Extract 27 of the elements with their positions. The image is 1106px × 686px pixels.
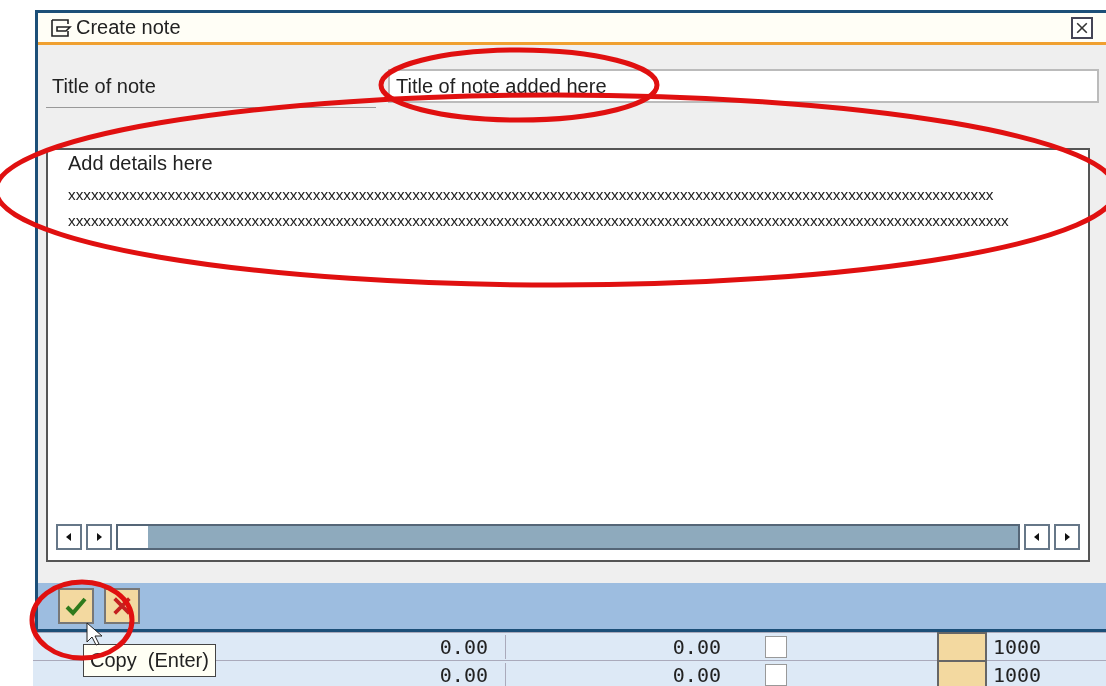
editor-text-line: Add details here — [68, 152, 214, 177]
table-cell: 1000 — [993, 634, 1042, 659]
right-arrow-icon — [1062, 532, 1072, 543]
mouse-cursor-icon — [86, 622, 102, 646]
right-arrow-icon — [94, 532, 104, 543]
checkbox[interactable] — [765, 663, 787, 686]
scroll-left-button[interactable] — [56, 524, 82, 551]
editor-text-line: xxxxxxxxxxxxxxxxxxxxxxxxxxxxxxxxxxxxxxxxxxxxxxxxxxxxxxxxxxxxxxxxxxxxxxxxxxxxxxxxxxxxxxxxxxxxxxxxxxxxxxxxxxxxxxxxxxxxxxxxx — [68, 185, 995, 206]
close-icon — [1076, 21, 1088, 34]
left-arrow-icon — [1032, 532, 1042, 543]
window-title: Create note — [76, 16, 181, 40]
horizontal-scrollbar[interactable] — [116, 524, 1020, 551]
confirm-button[interactable] — [58, 588, 94, 625]
left-arrow-icon — [64, 532, 74, 543]
note-icon — [50, 17, 72, 38]
table-cell-text: 0.00 — [671, 662, 721, 686]
checkbox[interactable] — [765, 635, 787, 658]
close-button[interactable] — [1071, 16, 1093, 39]
field-label: Title of note — [51, 74, 157, 98]
scroll-left-button[interactable] — [1024, 524, 1050, 551]
scroll-right-button[interactable] — [86, 524, 112, 551]
text-editor[interactable] — [46, 148, 1090, 563]
scroll-right-button[interactable] — [1054, 524, 1080, 551]
table-cell-text: 0.00 — [671, 634, 721, 659]
title-input-field[interactable]: Title of note added here — [388, 69, 1099, 104]
table-cell: 1000 — [993, 662, 1042, 686]
editor-text-line: xxxxxxxxxxxxxxxxxxxxxxxxxxxxxxxxxxxxxxxxxxxxxxxxxxxxxxxxxxxxxxxxxxxxxxxxxxxxxxxxxxxxxxxxxxxxxxxxxxxxxxxxxxxxxxxxxxxxxxxxxxx — [68, 211, 1010, 232]
